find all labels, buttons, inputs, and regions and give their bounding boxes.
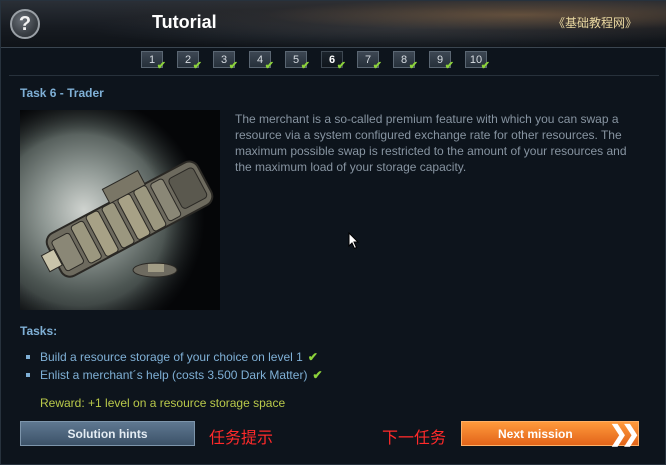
step-tab-8[interactable]: 8 ✔ [393,51,418,72]
checkmark-icon: ✔ [156,60,166,72]
step-label: 9 [436,53,444,66]
checkmark-icon: ✔ [300,60,310,72]
step-label: 7 [364,53,372,66]
checkmark-icon: ✔ [312,368,323,382]
step-tab-7[interactable]: 7 ✔ [357,51,382,72]
tasks-heading: Tasks: [20,324,58,338]
help-button[interactable]: ? [10,9,40,39]
checkmark-icon: ✔ [480,60,490,72]
checkmark-icon: ✔ [444,60,454,72]
step-tab-3[interactable]: 3 ✔ [213,51,238,72]
step-label: 4 [256,53,264,66]
task-title: Task 6 - Trader [20,86,104,100]
spaceship-illustration [40,160,214,278]
task-item: Enlist a merchant´s help (costs 3.500 Da… [26,366,323,384]
bullet-icon [26,355,30,359]
step-tab-2[interactable]: 2 ✔ [177,51,202,72]
checkmark-icon: ✔ [192,60,202,72]
header-divider [9,75,659,76]
step-tab-5[interactable]: 5 ✔ [285,51,310,72]
step-label: 3 [220,53,228,66]
checkmark-icon: ✔ [336,60,346,72]
question-mark-icon: ? [18,12,32,35]
task-description: The merchant is a so-called premium feat… [235,112,627,174]
double-chevron-right-icon: ❯❯ [609,420,640,446]
hints-annotation: 任务提示 [209,430,274,447]
next-annotation: 下一任务 [382,430,447,447]
step-label: 1 [148,53,156,66]
reward-text: Reward: +1 level on a resource storage s… [40,396,286,410]
next-mission-button[interactable]: Next mission ❯❯ [461,420,640,446]
solution-hints-label: Solution hints [67,426,148,441]
step-tab-9[interactable]: 9 ✔ [429,51,454,72]
bullet-icon [26,373,30,377]
brand-watermark: 《基础教程网》 [552,16,637,30]
task-list: Build a resource storage of your choice … [26,348,323,384]
window-title: Tutorial [152,12,217,32]
step-tab-6[interactable]: 6 ✔ [321,51,346,72]
checkmark-icon: ✔ [307,350,318,364]
checkmark-icon: ✔ [372,60,382,72]
task-item: Build a resource storage of your choice … [26,348,323,366]
checkmark-icon: ✔ [228,60,238,72]
step-label: 5 [292,53,300,66]
task-item-text: Enlist a merchant´s help (costs 3.500 Da… [40,368,308,382]
task-item-text: Build a resource storage of your choice … [40,350,303,364]
solution-hints-button[interactable]: Solution hints [20,421,195,446]
step-tab-4[interactable]: 4 ✔ [249,51,274,72]
step-label: 8 [400,53,408,66]
mouse-cursor-icon [348,232,360,250]
next-mission-label: Next mission [498,426,573,441]
step-label: 6 [328,53,336,66]
checkmark-icon: ✔ [408,60,418,72]
task-illustration [20,110,220,310]
step-tab-10[interactable]: 10 ✔ [465,51,490,72]
step-label: 2 [184,53,192,66]
tutorial-window: ? Tutorial 《基础教程网》 1 ✔ 2 ✔ 3 ✔ 4 ✔ 5 ✔ 6 ✔ 7 ✔ … [0,0,666,465]
window-header: ? Tutorial 《基础教程网》 [1,1,666,48]
checkmark-icon: ✔ [264,60,274,72]
step-tabs: 1 ✔ 2 ✔ 3 ✔ 4 ✔ 5 ✔ 6 ✔ 7 ✔ 8 ✔ 9 ✔ 10 ✔ [141,51,501,73]
step-tab-1[interactable]: 1 ✔ [141,51,166,72]
